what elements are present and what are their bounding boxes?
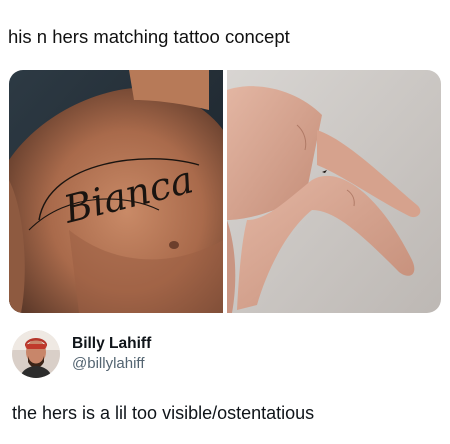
author-name[interactable]: Billy Lahiff (72, 334, 151, 354)
post-title: his n hers matching tattoo concept (8, 26, 290, 47)
media-image-right[interactable] (227, 70, 441, 313)
media-image-left[interactable]: Bianca (9, 70, 223, 313)
media-grid: Bianca (9, 70, 441, 313)
hand-photo (227, 70, 441, 313)
author-handle[interactable]: @billylahiff (72, 354, 151, 374)
reply-author[interactable]: Billy Lahiff @billylahiff (12, 326, 151, 382)
reply-text: the hers is a lil too visible/ostentatio… (12, 403, 315, 423)
author-meta: Billy Lahiff @billylahiff (72, 334, 151, 374)
avatar[interactable] (12, 330, 60, 378)
chest-photo: Bianca (9, 70, 223, 313)
